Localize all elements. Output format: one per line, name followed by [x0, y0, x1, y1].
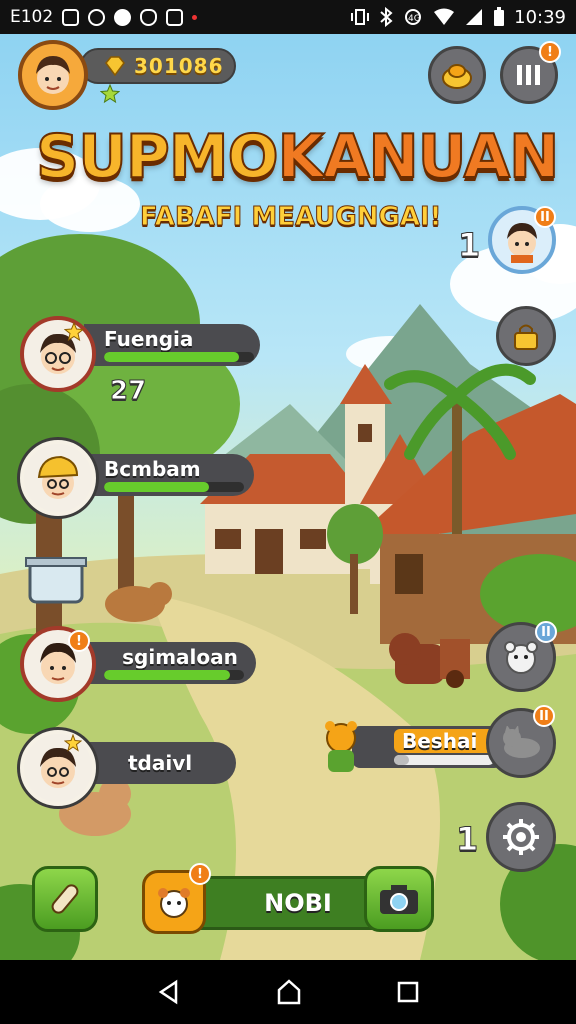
coin-counter[interactable]: 301086 [80, 48, 236, 84]
character-name-3: sgimaloan [122, 645, 238, 669]
camera-icon [380, 885, 418, 914]
player-face-icon [36, 56, 70, 94]
hire-progress-fill [394, 755, 409, 765]
back-icon[interactable] [156, 979, 182, 1005]
coin-bag-icon [442, 64, 472, 89]
title-part2: KANUAN [277, 121, 561, 193]
character-progress-3 [104, 670, 244, 680]
character-badge-3: ! [68, 630, 90, 652]
battery-icon [494, 7, 505, 26]
character-count-1: 27 [109, 376, 147, 407]
game-title: SUPMOKANUAN [35, 121, 560, 193]
home-icon[interactable] [275, 978, 303, 1006]
character-panel-3[interactable]: sgimaloan [84, 642, 256, 684]
character-name-4: tdaivl [128, 751, 193, 775]
data-icon: 4G [405, 9, 422, 25]
helper-avatar[interactable]: II [488, 206, 556, 274]
svg-text:4G: 4G [408, 14, 421, 24]
hire-label: Beshai [402, 729, 478, 753]
status-bar: E102 4G 10:39 [0, 0, 576, 34]
scroll-icon [51, 884, 79, 914]
coin-amount: 301086 [134, 54, 224, 78]
cat-badge: II [533, 705, 555, 727]
pet-button[interactable]: ! [142, 863, 211, 934]
scroll-button[interactable] [32, 866, 98, 932]
camera-button[interactable] [364, 866, 434, 932]
image-icon [62, 8, 80, 26]
gear-icon [503, 819, 539, 855]
character-progress-2 [104, 482, 244, 492]
bluetooth-icon [380, 7, 393, 27]
menu-icon [517, 65, 540, 85]
character-panel-4[interactable]: tdaivl [84, 742, 236, 784]
character-avatar-2[interactable] [20, 440, 96, 516]
gem-icon [105, 56, 125, 76]
menu-badge: ! [539, 41, 561, 63]
character-avatar-1[interactable] [20, 316, 96, 392]
clock-time: 10:39 [514, 6, 566, 28]
wifi-icon [434, 8, 455, 25]
game-scene[interactable]: 301086 ! SUPMOKANUAN FABAFI MEAUGNGAI! F… [0, 34, 576, 960]
character-name-2: Bcmbam [104, 457, 201, 481]
vibrate-icon [351, 9, 370, 25]
star-icon [64, 322, 84, 342]
cat-icon [503, 726, 540, 758]
signal-icon [466, 9, 483, 25]
location-icon [114, 8, 132, 26]
character-progress-fill-2 [104, 482, 209, 492]
pet-icon [158, 888, 190, 918]
character-avatar-3[interactable]: ! [20, 626, 96, 702]
star-icon [64, 734, 82, 752]
helper-badge: II [534, 206, 556, 228]
bear-icon [504, 641, 538, 674]
app-icon [166, 8, 184, 26]
recents-icon[interactable] [396, 980, 420, 1004]
player-avatar[interactable] [18, 40, 88, 110]
character-panel-1[interactable]: Fuengia [84, 324, 260, 366]
settings-button[interactable] [486, 802, 556, 872]
lock-button[interactable] [496, 306, 556, 366]
coin-bag-button[interactable] [428, 46, 486, 104]
clock-icon [88, 8, 106, 26]
character-panel-2[interactable]: Bcmbam [84, 454, 254, 496]
bear-cub-icon [325, 721, 357, 772]
character-name-1: Fuengia [104, 327, 194, 351]
status-left-text: E102 [10, 7, 54, 27]
dot-icon [192, 14, 198, 20]
top-right-count: 1 [457, 226, 481, 265]
shield-icon [140, 8, 158, 26]
bottom-label: NOBI [264, 889, 332, 917]
game-subtitle: FABAFI MEAUGNGAI! [140, 202, 443, 233]
menu-button[interactable]: ! [500, 41, 561, 104]
gear-count: 1 [455, 820, 479, 859]
cat-button[interactable]: II [486, 705, 556, 778]
character-progress-1 [104, 352, 254, 362]
character-avatar-4[interactable] [20, 730, 96, 806]
lock-icon [514, 324, 538, 350]
title-part1: SUPMO [35, 121, 280, 193]
nav-bar [0, 960, 576, 1024]
hire-progress [394, 755, 494, 765]
character-progress-fill-3 [104, 670, 230, 680]
character-progress-fill-1 [104, 352, 239, 362]
pet-badge: ! [189, 863, 211, 885]
character-face-icon-2 [37, 455, 79, 499]
bear-button[interactable]: II [486, 621, 557, 692]
hire-panel[interactable]: Beshai [352, 726, 504, 768]
bear-badge: II [535, 621, 557, 643]
star-icon [100, 84, 120, 104]
